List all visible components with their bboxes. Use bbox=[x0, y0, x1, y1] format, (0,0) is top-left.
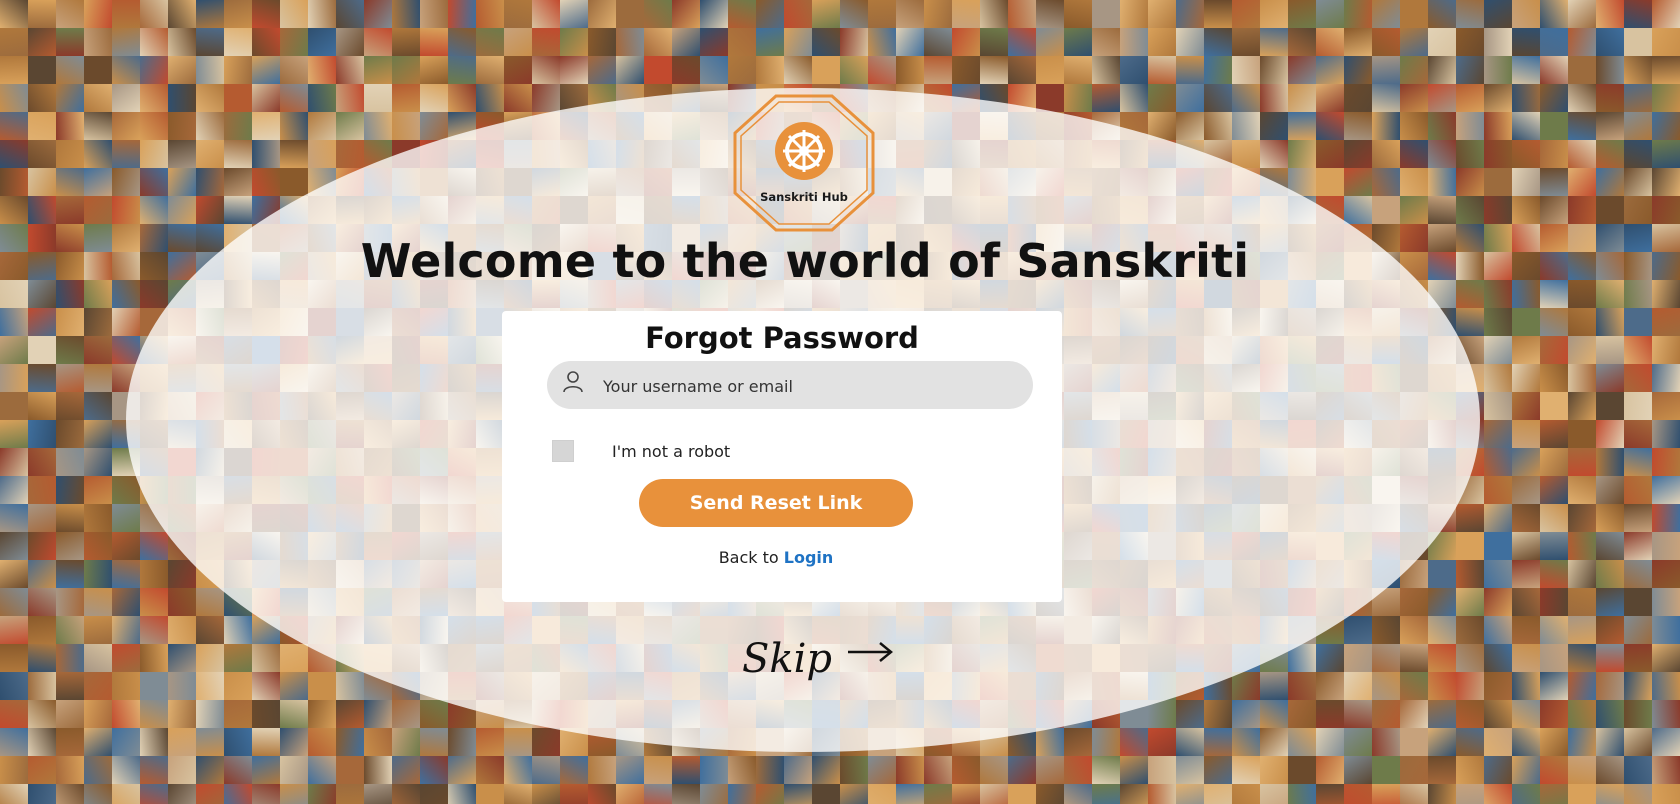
send-reset-link-button[interactable]: Send Reset Link bbox=[639, 479, 913, 527]
back-to-login-row: Back to Login bbox=[502, 548, 1050, 567]
back-prefix: Back to bbox=[718, 548, 784, 567]
arrow-right-icon bbox=[848, 642, 894, 662]
forgot-password-card: Forgot Password I'm not a robot Send Res… bbox=[502, 311, 1062, 602]
captcha-label: I'm not a robot bbox=[612, 441, 731, 461]
dharma-wheel-icon bbox=[775, 122, 833, 180]
login-link[interactable]: Login bbox=[784, 548, 834, 567]
page-stage: Sanskriti Hub Welcome to the world of Sa… bbox=[0, 0, 1680, 804]
skip-button[interactable]: Skip bbox=[742, 636, 894, 682]
user-icon bbox=[563, 371, 583, 393]
username-email-field[interactable] bbox=[547, 361, 1033, 411]
logo-text: Sanskriti Hub bbox=[760, 190, 848, 204]
captcha-row: I'm not a robot bbox=[552, 439, 730, 463]
welcome-heading: Welcome to the world of Sanskriti bbox=[360, 234, 1250, 288]
skip-label: Skip bbox=[742, 636, 833, 682]
card-title: Forgot Password bbox=[645, 321, 919, 355]
sanskriti-hub-logo: Sanskriti Hub bbox=[730, 93, 878, 233]
username-email-input[interactable] bbox=[601, 361, 1015, 411]
captcha-checkbox[interactable] bbox=[552, 440, 574, 462]
